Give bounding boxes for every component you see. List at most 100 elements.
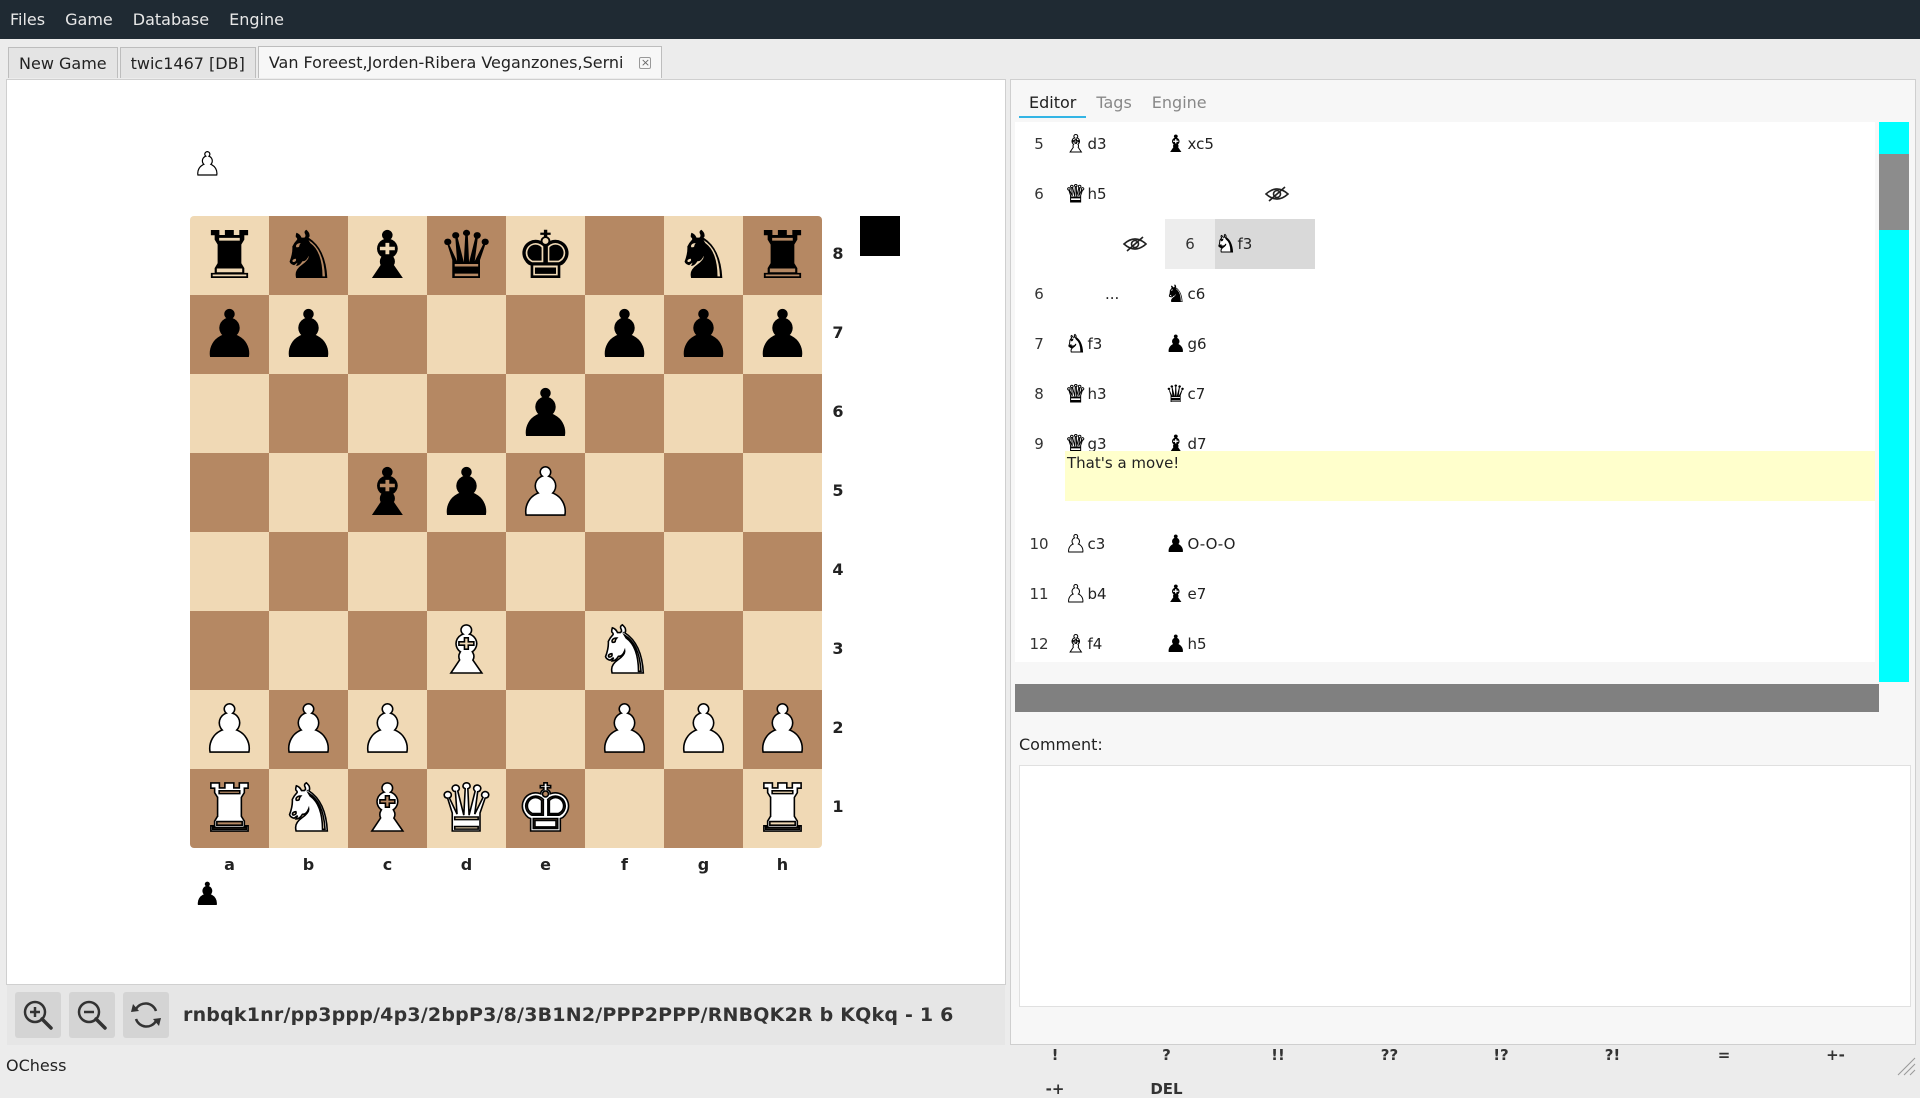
move-list[interactable]: 5 ♝ d3 ♝ xc5 6 ♛ h5 6 ♞ f3 6... ♞ c6 7 ♞ f3 ♟ g6 8 ♛ h3 ♛ c7 9 ♛ g… <box>1015 122 1875 662</box>
square-f1[interactable] <box>585 769 664 848</box>
hide-variation-icon[interactable] <box>1263 169 1291 219</box>
square-d6[interactable] <box>427 374 506 453</box>
black-queen-icon[interactable]: ♛ <box>437 222 496 289</box>
move-entry[interactable]: ♝ f4 <box>1065 619 1103 662</box>
scrollbar-thumb[interactable] <box>1879 154 1909 230</box>
square-h7[interactable]: ♟ <box>743 295 822 374</box>
black-pawn-icon[interactable]: ♟ <box>437 459 496 526</box>
square-g3[interactable] <box>664 611 743 690</box>
game-tab-1[interactable]: twic1467 [DB] <box>119 47 256 78</box>
square-b6[interactable] <box>269 374 348 453</box>
square-b8[interactable]: ♞ <box>269 216 348 295</box>
black-pawn-icon[interactable]: ♟ <box>753 301 812 368</box>
nag-button[interactable]: DEL <box>1137 1080 1197 1098</box>
square-b5[interactable] <box>269 453 348 532</box>
move-list-horizontal-scrollbar[interactable] <box>1015 684 1879 712</box>
black-knight-icon[interactable]: ♞ <box>279 222 338 289</box>
square-f5[interactable] <box>585 453 664 532</box>
black-pawn-icon[interactable]: ♟ <box>674 301 733 368</box>
menu-files[interactable]: Files <box>0 0 55 39</box>
hide-variation-icon[interactable] <box>1121 219 1149 269</box>
menu-engine[interactable]: Engine <box>219 0 294 39</box>
square-a4[interactable] <box>190 532 269 611</box>
square-h2[interactable]: ♟ <box>743 690 822 769</box>
tab-engine[interactable]: Engine <box>1142 88 1217 118</box>
black-rook-icon[interactable]: ♜ <box>200 222 259 289</box>
move-entry[interactable]: ♝ e7 <box>1165 569 1206 619</box>
white-queen-icon[interactable]: ♛ <box>436 774 497 842</box>
square-e5[interactable]: ♟ <box>506 453 585 532</box>
square-h6[interactable] <box>743 374 822 453</box>
flip-board-button[interactable] <box>123 992 169 1038</box>
square-d8[interactable]: ♛ <box>427 216 506 295</box>
square-d1[interactable]: ♛ <box>427 769 506 848</box>
white-pawn-icon[interactable]: ♟ <box>278 695 339 763</box>
square-d7[interactable] <box>427 295 506 374</box>
close-tab-icon[interactable]: × <box>639 56 652 69</box>
move-entry[interactable]: ♞ c6 <box>1165 269 1205 319</box>
square-g4[interactable] <box>664 532 743 611</box>
white-pawn-icon[interactable]: ♟ <box>199 695 260 763</box>
square-d3[interactable]: ♝ <box>427 611 506 690</box>
move-entry[interactable]: ♟ g6 <box>1165 319 1207 369</box>
black-king-icon[interactable]: ♚ <box>516 222 575 289</box>
square-h4[interactable] <box>743 532 822 611</box>
black-rook-icon[interactable]: ♜ <box>753 222 812 289</box>
white-knight-icon[interactable]: ♞ <box>278 774 339 842</box>
square-e4[interactable] <box>506 532 585 611</box>
square-f2[interactable]: ♟ <box>585 690 664 769</box>
white-pawn-icon[interactable]: ♟ <box>515 458 576 526</box>
square-g2[interactable]: ♟ <box>664 690 743 769</box>
square-e2[interactable] <box>506 690 585 769</box>
move-entry[interactable]: ♟ b4 <box>1065 569 1107 619</box>
tab-tags[interactable]: Tags <box>1086 88 1141 118</box>
black-knight-icon[interactable]: ♞ <box>674 222 733 289</box>
square-d5[interactable]: ♟ <box>427 453 506 532</box>
game-tab-0[interactable]: New Game <box>8 47 118 78</box>
square-a1[interactable]: ♜ <box>190 769 269 848</box>
variation-move[interactable]: ♞ f3 <box>1215 219 1315 269</box>
chess-board[interactable]: ♜ ♞ ♝ ♛ ♚ ♞ ♜ ♟ ♟ ♟ ♟ ♟ ♟ ♝ ♟ ♟ ♝ ♞ ♟ ♟ ♟ ♟ ♟ ♟ ♜ ♞ ♝ ♛ ♚ ♜ <box>190 216 822 848</box>
move-entry[interactable]: ♟ O-O-O <box>1165 519 1235 569</box>
comment-textarea[interactable] <box>1019 765 1911 1007</box>
square-f8[interactable] <box>585 216 664 295</box>
white-rook-icon[interactable]: ♜ <box>752 774 813 842</box>
square-f6[interactable] <box>585 374 664 453</box>
square-b1[interactable]: ♞ <box>269 769 348 848</box>
move-entry[interactable]: ♝ xc5 <box>1165 122 1214 169</box>
white-king-icon[interactable]: ♚ <box>515 774 576 842</box>
square-g5[interactable] <box>664 453 743 532</box>
square-e8[interactable]: ♚ <box>506 216 585 295</box>
move-entry[interactable]: ♞ f3 <box>1065 319 1103 369</box>
white-pawn-icon[interactable]: ♟ <box>673 695 734 763</box>
menu-game[interactable]: Game <box>55 0 123 39</box>
square-a5[interactable] <box>190 453 269 532</box>
move-entry[interactable]: ♝ d3 <box>1065 122 1107 169</box>
square-a8[interactable]: ♜ <box>190 216 269 295</box>
nag-button[interactable]: -+ <box>1025 1080 1085 1098</box>
white-rook-icon[interactable]: ♜ <box>199 774 260 842</box>
move-list-vertical-scrollbar[interactable] <box>1879 122 1909 682</box>
square-c2[interactable]: ♟ <box>348 690 427 769</box>
square-a7[interactable]: ♟ <box>190 295 269 374</box>
tab-editor[interactable]: Editor <box>1019 88 1087 118</box>
move-entry[interactable]: ♛ h3 <box>1065 369 1107 419</box>
white-pawn-icon[interactable]: ♟ <box>752 695 813 763</box>
square-b2[interactable]: ♟ <box>269 690 348 769</box>
square-d2[interactable] <box>427 690 506 769</box>
square-f3[interactable]: ♞ <box>585 611 664 690</box>
square-e1[interactable]: ♚ <box>506 769 585 848</box>
game-tab-2[interactable]: Van Foreest,Jorden-Ribera Veganzones,Ser… <box>257 46 663 78</box>
square-b3[interactable] <box>269 611 348 690</box>
zoom-in-button[interactable] <box>15 992 61 1038</box>
square-c4[interactable] <box>348 532 427 611</box>
white-bishop-icon[interactable]: ♝ <box>436 616 497 684</box>
white-pawn-icon[interactable]: ♟ <box>594 695 655 763</box>
square-b4[interactable] <box>269 532 348 611</box>
square-a6[interactable] <box>190 374 269 453</box>
square-g7[interactable]: ♟ <box>664 295 743 374</box>
move-entry[interactable]: ♞ f3 <box>1215 219 1253 269</box>
square-d4[interactable] <box>427 532 506 611</box>
square-c3[interactable] <box>348 611 427 690</box>
black-bishop-icon[interactable]: ♝ <box>358 459 417 526</box>
